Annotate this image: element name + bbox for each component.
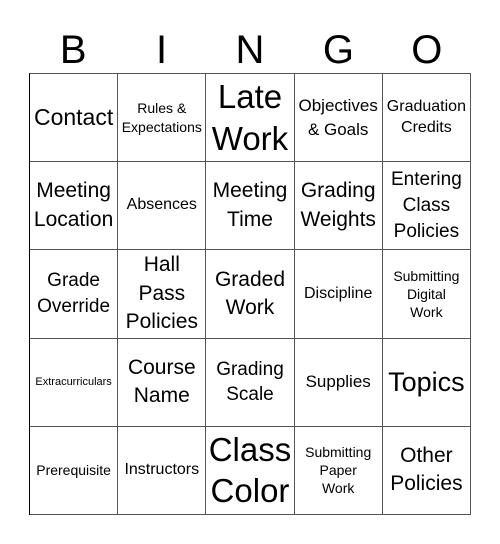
header-letter-i: I — [156, 28, 168, 72]
header-letter-b: B — [59, 28, 87, 72]
bingo-cell[interactable]: Course Name — [118, 338, 207, 427]
bingo-cell[interactable]: Grade Override — [30, 250, 119, 339]
bingo-cell[interactable]: Meeting Location — [30, 162, 119, 251]
bingo-cell[interactable]: Meeting Time — [206, 162, 295, 251]
bingo-cell[interactable]: Late Work — [206, 74, 295, 163]
bingo-cell[interactable]: Rules & Expectations — [118, 74, 207, 163]
bingo-card-grid: Contact Rules & Expectations Late Work O… — [29, 73, 471, 515]
bingo-cell[interactable]: Topics — [382, 338, 471, 427]
bingo-cell[interactable]: Other Policies — [382, 426, 471, 515]
bingo-cell[interactable]: Contact — [30, 74, 119, 163]
bingo-cell[interactable]: Entering Class Policies — [382, 162, 471, 251]
bingo-cell[interactable]: Absences — [118, 162, 207, 251]
bingo-cell[interactable]: Submitting Paper Work — [294, 426, 383, 515]
bingo-cell[interactable]: Prerequisite — [30, 426, 119, 515]
bingo-cell[interactable]: Class Color — [206, 426, 295, 515]
bingo-cell[interactable]: Discipline — [294, 250, 383, 339]
header-letter-n: N — [235, 28, 265, 72]
header-letter-g: G — [322, 28, 354, 72]
header-letter-o: O — [411, 28, 443, 72]
bingo-cell[interactable]: Grading Weights — [294, 162, 383, 251]
bingo-cell[interactable]: Graded Work — [206, 250, 295, 339]
bingo-cell[interactable]: Grading Scale — [206, 338, 295, 427]
bingo-cell[interactable]: Instructors — [118, 426, 207, 515]
bingo-cell[interactable]: Extracurriculars — [30, 338, 119, 427]
bingo-header: B I N G O — [29, 28, 471, 72]
bingo-cell[interactable]: Supplies — [294, 338, 383, 427]
bingo-cell[interactable]: Graduation Credits — [382, 74, 471, 163]
bingo-cell[interactable]: Hall Pass Policies — [118, 250, 207, 339]
bingo-cell[interactable]: Submitting Digital Work — [382, 250, 471, 339]
bingo-cell[interactable]: Objectives & Goals — [294, 74, 383, 163]
